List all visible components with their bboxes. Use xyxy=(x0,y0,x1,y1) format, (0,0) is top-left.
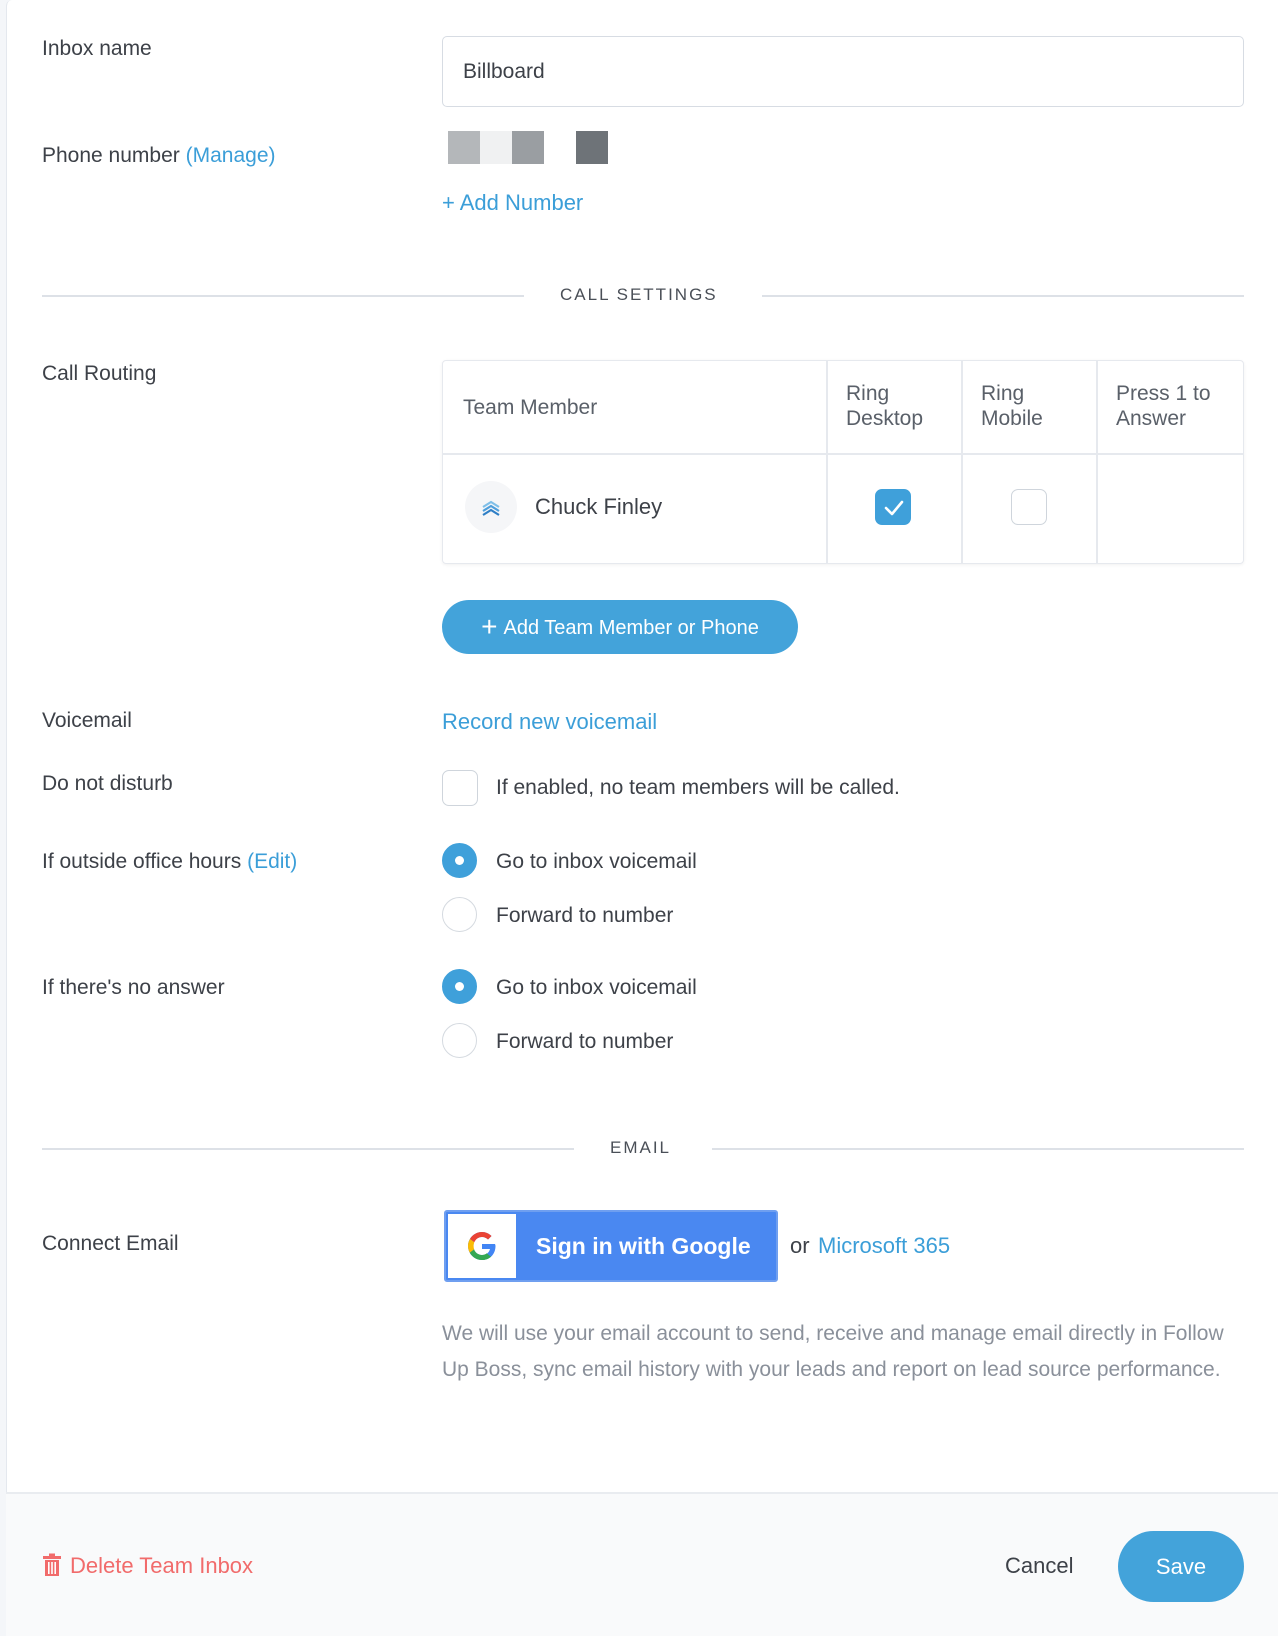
cancel-button[interactable]: Cancel xyxy=(1005,1553,1073,1579)
redacted-block xyxy=(448,131,480,164)
ring-mobile-checkbox[interactable] xyxy=(1011,489,1047,525)
header-team-member: Team Member xyxy=(463,396,598,419)
chevrons-logo-icon xyxy=(482,500,500,516)
add-team-member-label: Add Team Member or Phone xyxy=(503,617,759,639)
redacted-block xyxy=(480,131,512,164)
outside-hours-forward-radio[interactable] xyxy=(442,897,477,932)
delete-team-inbox-label: Delete Team Inbox xyxy=(70,1553,254,1578)
phone-number-label: Phone number (Manage) xyxy=(42,144,276,168)
or-text: or xyxy=(790,1233,810,1258)
microsoft-365-link[interactable]: Microsoft 365 xyxy=(818,1233,950,1259)
header-ring-mobile: Ring Mobile xyxy=(981,381,1043,431)
no-answer-voicemail-label: Go to inbox voicemail xyxy=(496,976,697,999)
no-answer-forward-radio[interactable] xyxy=(442,1023,477,1058)
add-number-link[interactable]: + Add Number xyxy=(442,190,583,216)
header-press-1: Press 1 to Answer xyxy=(1116,381,1211,431)
outside-hours-voicemail-label: Go to inbox voicemail xyxy=(496,850,697,873)
record-voicemail-link[interactable]: Record new voicemail xyxy=(442,709,657,735)
section-divider-left xyxy=(42,1148,574,1150)
ring-desktop-checkbox[interactable] xyxy=(875,489,911,525)
section-divider-right xyxy=(762,295,1244,297)
add-team-member-button[interactable]: + Add Team Member or Phone xyxy=(442,600,798,654)
header-ring-desktop: Ring Desktop xyxy=(846,381,923,431)
call-routing-table: Team Member Ring Desktop Ring Mobile Pre… xyxy=(442,360,1244,564)
manage-phone-link[interactable]: (Manage) xyxy=(186,144,276,167)
inbox-name-label: Inbox name xyxy=(42,37,152,60)
dnd-checkbox[interactable] xyxy=(442,770,478,806)
redacted-block xyxy=(576,131,608,164)
google-g-icon xyxy=(468,1232,496,1260)
header-ring-mobile-line1: Ring xyxy=(981,382,1025,405)
outside-hours-label: If outside office hours (Edit) xyxy=(42,850,297,874)
outside-hours-voicemail-radio[interactable] xyxy=(442,843,477,878)
edit-office-hours-link[interactable]: (Edit) xyxy=(247,850,297,873)
save-button[interactable]: Save xyxy=(1118,1531,1244,1602)
plus-icon: + xyxy=(481,611,498,642)
sign-in-with-google-button[interactable]: Sign in with Google xyxy=(444,1210,778,1282)
dnd-description: If enabled, no team members will be call… xyxy=(496,776,900,799)
no-answer-voicemail-radio[interactable] xyxy=(442,969,477,1004)
header-ring-desktop-line1: Ring xyxy=(846,382,890,405)
column-divider xyxy=(1096,361,1098,563)
team-inbox-settings-panel xyxy=(6,0,1278,1636)
checkmark-icon xyxy=(884,500,904,516)
google-button-label: Sign in with Google xyxy=(536,1233,751,1259)
redacted-block xyxy=(512,131,544,164)
phone-number-label-text: Phone number xyxy=(42,144,180,167)
outside-hours-label-text: If outside office hours xyxy=(42,850,242,873)
trash-icon xyxy=(43,1553,61,1576)
call-settings-title: CALL SETTINGS xyxy=(560,285,718,304)
email-description: We will use your email account to send, … xyxy=(442,1322,1224,1381)
email-section-title: EMAIL xyxy=(610,1138,672,1157)
outside-hours-forward-label: Forward to number xyxy=(496,904,674,927)
header-press-1-line2: Answer xyxy=(1116,407,1187,430)
header-press-1-line1: Press 1 to xyxy=(1116,382,1211,405)
no-answer-forward-label: Forward to number xyxy=(496,1030,674,1053)
call-routing-label: Call Routing xyxy=(42,362,157,385)
header-row-divider xyxy=(443,453,1243,455)
column-divider xyxy=(961,361,963,563)
section-divider-right xyxy=(712,1148,1244,1150)
google-logo-box xyxy=(448,1214,516,1278)
voicemail-label: Voicemail xyxy=(42,709,132,732)
avatar xyxy=(465,481,517,533)
team-member-name: Chuck Finley xyxy=(535,494,663,519)
inbox-name-input[interactable] xyxy=(442,36,1244,107)
dnd-label: Do not disturb xyxy=(42,772,173,795)
header-ring-mobile-line2: Mobile xyxy=(981,407,1043,430)
no-answer-label: If there's no answer xyxy=(42,976,225,999)
column-divider xyxy=(826,361,828,563)
section-divider-left xyxy=(42,295,524,297)
header-ring-desktop-line2: Desktop xyxy=(846,407,924,430)
delete-team-inbox-button[interactable]: Delete Team Inbox xyxy=(42,1553,253,1579)
connect-email-label: Connect Email xyxy=(42,1232,179,1255)
